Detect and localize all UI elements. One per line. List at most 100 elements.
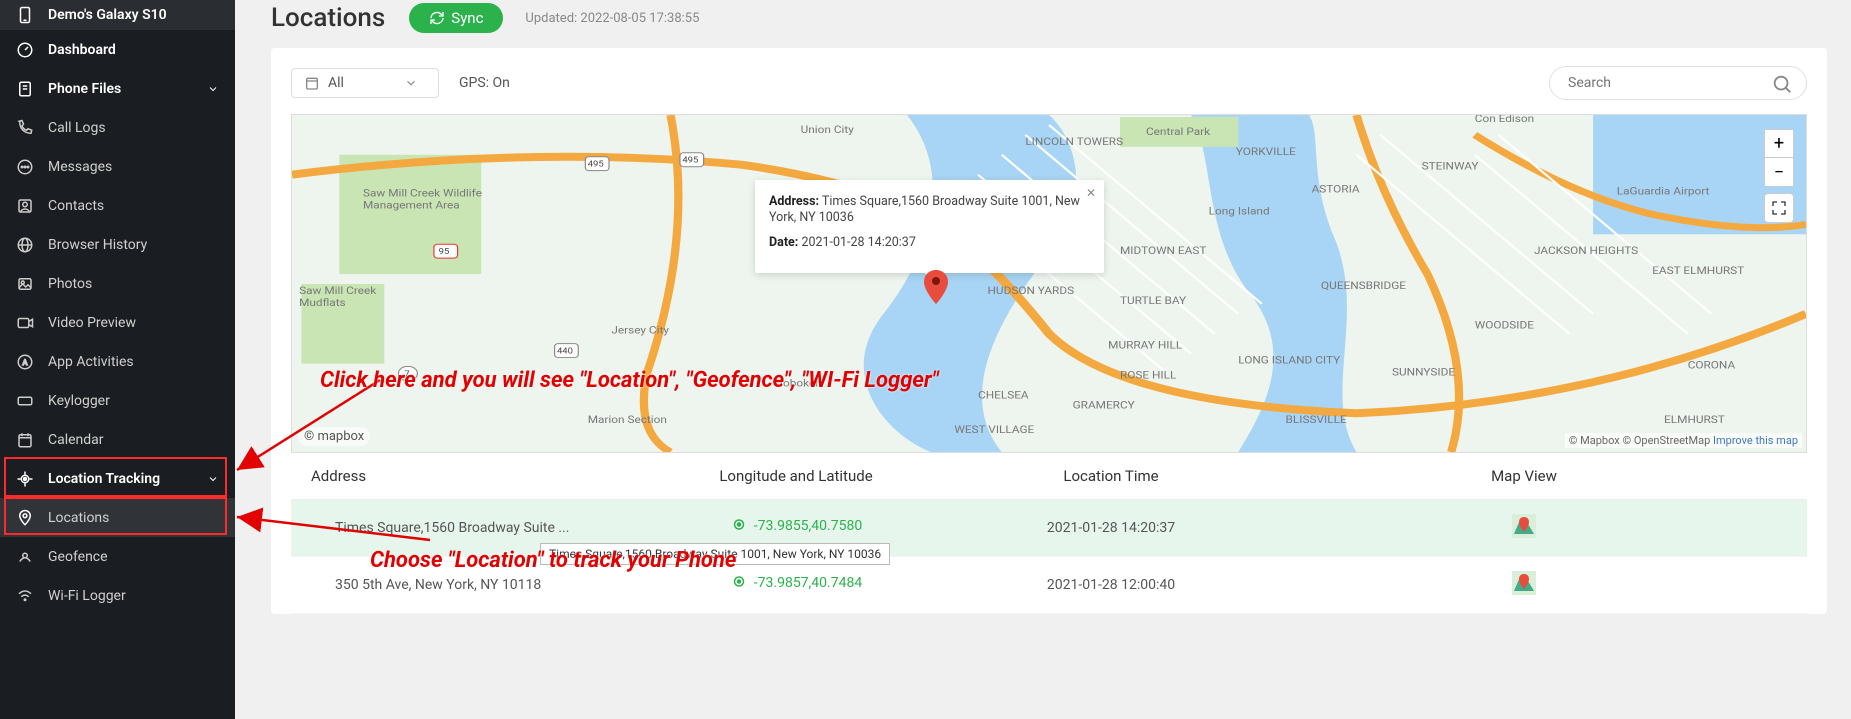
sidebar-item-calendar[interactable]: Calendar — [0, 420, 235, 459]
geofence-icon — [16, 548, 34, 566]
svg-text:Jersey City: Jersey City — [611, 325, 669, 337]
svg-text:CORONA: CORONA — [1688, 359, 1735, 371]
col-header-mapview: Map View — [1261, 467, 1787, 485]
improve-map-link[interactable]: Improve this map — [1713, 434, 1798, 447]
main-content: Locations Sync Updated: 2022-08-05 17:38… — [235, 0, 1851, 719]
chevron-down-icon — [207, 83, 219, 95]
close-icon[interactable]: ✕ — [1086, 186, 1096, 200]
pin-icon — [730, 517, 748, 535]
svg-text:Mudflats: Mudflats — [299, 297, 346, 309]
device-name: Demo's Galaxy S10 — [48, 7, 219, 23]
svg-text:GRAMERCY: GRAMERCY — [1073, 399, 1136, 411]
col-header-time: Location Time — [961, 467, 1261, 485]
fullscreen-button[interactable] — [1764, 193, 1794, 223]
fullscreen-icon — [1771, 200, 1787, 216]
cell-lonlat: -73.9855,40.7580 — [631, 517, 961, 539]
pin-icon — [730, 574, 748, 592]
phone-icon — [16, 6, 34, 24]
content-panel: All GPS: On — [271, 48, 1827, 614]
sidebar-item-messages[interactable]: Messages — [0, 147, 235, 186]
chevron-down-icon — [404, 76, 418, 90]
sidebar-item-wifi-logger[interactable]: Wi-Fi Logger — [0, 576, 235, 615]
svg-text:HUDSON YARDS: HUDSON YARDS — [987, 285, 1074, 297]
svg-text:440: 440 — [557, 347, 573, 356]
cell-lonlat: -73.9857,40.7484 — [631, 574, 961, 596]
gps-status: GPS: On — [459, 75, 510, 91]
svg-text:CHELSEA: CHELSEA — [978, 389, 1029, 401]
svg-text:STEINWAY: STEINWAY — [1422, 161, 1479, 173]
sidebar-item-geofence[interactable]: Geofence — [0, 537, 235, 576]
sync-button[interactable]: Sync — [409, 3, 503, 33]
svg-text:Central Park: Central Park — [1146, 126, 1211, 138]
sidebar-item-location-tracking[interactable]: Location Tracking — [0, 459, 235, 498]
svg-text:QUEENSBRIDGE: QUEENSBRIDGE — [1321, 280, 1406, 292]
toolbar: All GPS: On — [291, 66, 1807, 100]
svg-text:MIDTOWN EAST: MIDTOWN EAST — [1120, 245, 1207, 257]
svg-text:BLISSVILLE: BLISSVILLE — [1286, 414, 1347, 426]
svg-text:LINCOLN TOWERS: LINCOLN TOWERS — [1025, 136, 1123, 148]
map-marker-icon[interactable] — [924, 270, 948, 304]
sidebar-item-contacts[interactable]: Contacts — [0, 186, 235, 225]
sidebar-item-app-activities[interactable]: A App Activities — [0, 342, 235, 381]
sidebar-item-browser-history[interactable]: Browser History — [0, 225, 235, 264]
zoom-out-button[interactable]: − — [1765, 158, 1793, 186]
svg-text:7: 7 — [404, 370, 409, 379]
video-icon — [16, 314, 34, 332]
mapbox-logo: © mapbox — [298, 427, 370, 446]
cell-mapview[interactable] — [1261, 514, 1787, 542]
svg-text:Marion Section: Marion Section — [588, 414, 667, 426]
map-thumb-icon — [1512, 514, 1536, 538]
map-zoom-controls: + − — [1764, 129, 1794, 187]
cell-mapview[interactable] — [1261, 571, 1787, 599]
svg-text:Saw Mill Creek: Saw Mill Creek — [299, 285, 377, 297]
svg-text:WEST VILLAGE: WEST VILLAGE — [954, 424, 1034, 436]
col-header-lonlat: Longitude and Latitude — [631, 467, 961, 485]
sidebar-item-locations[interactable]: Locations — [0, 498, 235, 537]
svg-text:EAST ELMHURST: EAST ELMHURST — [1652, 265, 1744, 277]
sidebar-item-call-logs[interactable]: Call Logs — [0, 108, 235, 147]
sidebar-item-phone-files[interactable]: Phone Files — [0, 69, 235, 108]
dashboard-icon — [16, 41, 34, 59]
map-view[interactable]: Union City LINCOLN TOWERS Central Park Y… — [291, 114, 1807, 453]
svg-text:495: 495 — [588, 160, 604, 169]
svg-text:Management Area: Management Area — [363, 199, 460, 211]
search-input[interactable] — [1549, 66, 1807, 100]
sync-icon — [429, 10, 445, 26]
search-wrap — [1549, 66, 1807, 100]
svg-text:95: 95 — [439, 248, 450, 257]
svg-text:JACKSON HEIGHTS: JACKSON HEIGHTS — [1534, 245, 1639, 257]
sidebar: Demo's Galaxy S10 Dashboard Phone Files … — [0, 0, 235, 719]
svg-text:Hoboken: Hoboken — [775, 377, 822, 389]
svg-text:SUNNYSIDE: SUNNYSIDE — [1392, 366, 1455, 378]
table-header: Address Longitude and Latitude Location … — [291, 453, 1807, 500]
device-header[interactable]: Demo's Galaxy S10 — [0, 0, 235, 30]
cell-address: 350 5th Ave, New York, NY 10118 — [311, 577, 631, 593]
zoom-in-button[interactable]: + — [1765, 130, 1793, 158]
table-row[interactable]: 350 5th Ave, New York, NY 10118 -73.9857… — [291, 557, 1807, 614]
sidebar-item-video-preview[interactable]: Video Preview — [0, 303, 235, 342]
updated-text: Updated: 2022-08-05 17:38:55 — [525, 11, 699, 26]
svg-text:495: 495 — [682, 156, 698, 165]
map-attribution: © Mapbox © OpenStreetMap Improve this ma… — [1565, 433, 1802, 448]
svg-text:Saw Mill Creek Wildlife: Saw Mill Creek Wildlife — [363, 187, 482, 199]
svg-text:TURTLE BAY: TURTLE BAY — [1120, 295, 1187, 307]
target-icon — [16, 470, 34, 488]
sidebar-item-dashboard[interactable]: Dashboard — [0, 30, 235, 69]
hover-tooltip: Times Square,1560 Broadway Suite 1001, N… — [540, 543, 890, 565]
sidebar-item-photos[interactable]: Photos — [0, 264, 235, 303]
table-row[interactable]: Times Square,1560 Broadway Suite ... -73… — [291, 500, 1807, 557]
map-callout: ✕ Address: Times Square,1560 Broadway Su… — [755, 180, 1104, 273]
keyboard-icon — [16, 392, 34, 410]
calendar-icon — [16, 431, 34, 449]
sidebar-item-keylogger[interactable]: Keylogger — [0, 381, 235, 420]
pin-icon — [16, 509, 34, 527]
date-filter-dropdown[interactable]: All — [291, 68, 439, 98]
cell-address: Times Square,1560 Broadway Suite ... — [311, 520, 631, 536]
svg-text:Union City: Union City — [801, 124, 855, 136]
cell-time: 2021-01-28 14:20:37 — [961, 520, 1261, 536]
svg-text:MURRAY HILL: MURRAY HILL — [1108, 340, 1182, 352]
svg-text:Long Island: Long Island — [1209, 205, 1270, 217]
globe-icon — [16, 236, 34, 254]
search-icon[interactable] — [1771, 73, 1793, 95]
wifi-icon — [16, 587, 34, 605]
